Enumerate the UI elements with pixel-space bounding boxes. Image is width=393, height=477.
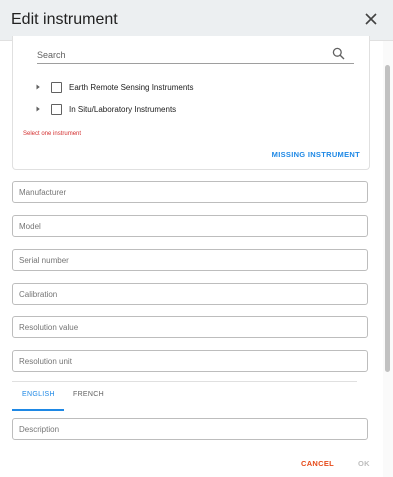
missing-instrument-button[interactable]: MISSING INSTRUMENT bbox=[272, 150, 360, 159]
dialog-title: Edit instrument bbox=[11, 11, 118, 28]
instrument-error-message: Select one instrument bbox=[23, 131, 82, 137]
close-icon[interactable] bbox=[361, 9, 381, 29]
instrument-search-input[interactable] bbox=[37, 46, 354, 64]
instrument-picker-card: Earth Remote Sensing Instruments In Situ… bbox=[12, 36, 370, 170]
tree-item-in-situ-laboratory[interactable]: In Situ/Laboratory Instruments bbox=[33, 102, 176, 116]
tree-checkbox[interactable] bbox=[51, 103, 62, 115]
dialog-header: Edit instrument bbox=[0, 0, 393, 41]
manufacturer-field[interactable] bbox=[12, 181, 368, 203]
serial-number-field[interactable] bbox=[12, 249, 368, 271]
tree-item-earth-remote-sensing[interactable]: Earth Remote Sensing Instruments bbox=[33, 80, 194, 94]
cancel-button[interactable]: CANCEL bbox=[301, 459, 334, 468]
edit-instrument-dialog: Edit instrument Earth Remote Sensing Ins… bbox=[0, 0, 393, 477]
ok-button[interactable]: OK bbox=[358, 459, 370, 468]
active-tab-indicator bbox=[12, 409, 64, 411]
expand-caret-icon[interactable] bbox=[33, 82, 43, 92]
tabs-divider bbox=[12, 381, 357, 382]
tree-item-label: In Situ/Laboratory Instruments bbox=[69, 104, 177, 114]
scrollbar-thumb[interactable] bbox=[385, 65, 390, 372]
model-field[interactable] bbox=[12, 215, 368, 237]
tab-english[interactable]: ENGLISH bbox=[22, 391, 55, 398]
tree-item-label: Earth Remote Sensing Instruments bbox=[69, 82, 194, 92]
resolution-value-field[interactable] bbox=[12, 316, 368, 338]
description-field[interactable] bbox=[12, 418, 368, 440]
tab-french[interactable]: FRENCH bbox=[73, 391, 104, 398]
search-icon[interactable] bbox=[332, 47, 345, 60]
tree-checkbox[interactable] bbox=[51, 81, 62, 93]
calibration-field[interactable] bbox=[12, 283, 368, 305]
resolution-unit-field[interactable] bbox=[12, 350, 368, 372]
expand-caret-icon[interactable] bbox=[33, 104, 43, 114]
